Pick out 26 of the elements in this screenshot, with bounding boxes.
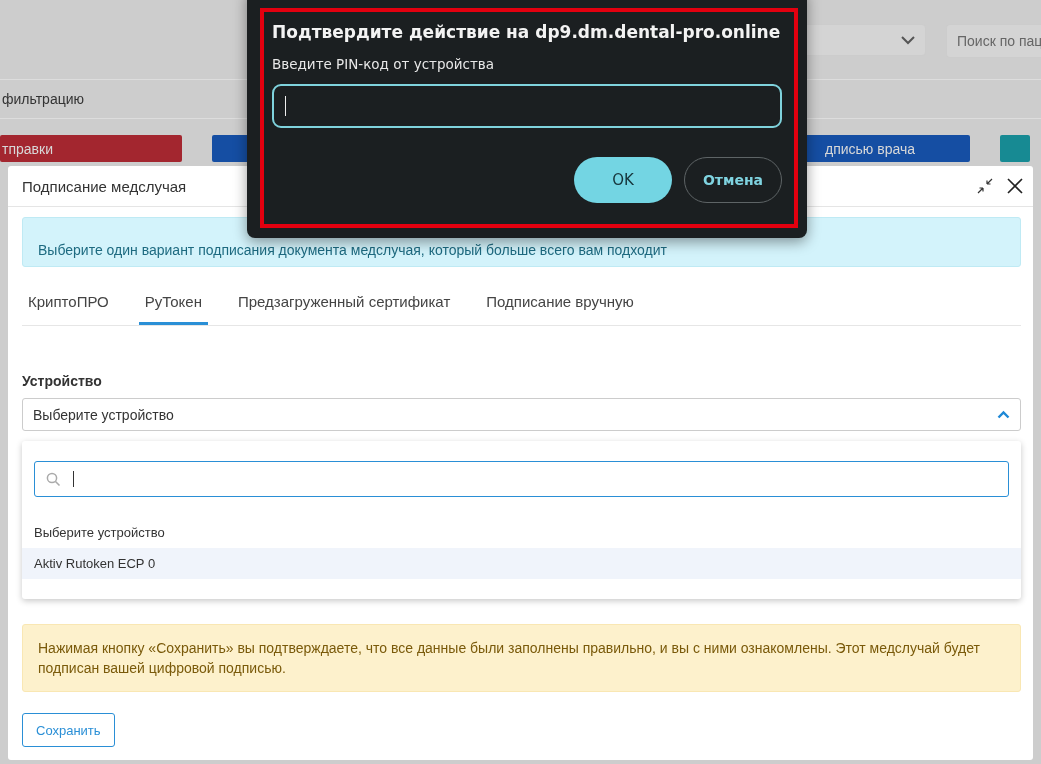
chevron-down-icon bbox=[901, 35, 915, 45]
warning-alert: Нажимая кнопку «Сохранить» вы подтверждаете, что все данные были заполнены правильно, и вы с ними ознакомлены. Этот медслучай будет подписан вашей цифровой подписью. bbox=[22, 624, 1021, 692]
collapse-icon[interactable] bbox=[977, 178, 993, 194]
filter-link[interactable]: фильтрацию bbox=[2, 91, 85, 107]
search-icon bbox=[46, 471, 61, 487]
cancel-button[interactable]: Отмена bbox=[684, 157, 782, 203]
dropdown-option[interactable]: Выберите устройство bbox=[22, 517, 1021, 548]
tab[interactable]: Подписание вручную bbox=[486, 284, 634, 325]
field-label: Устройство bbox=[22, 373, 103, 389]
dialog-title: Подтвердите действие на dp9.dm.dental-pro.online bbox=[272, 22, 782, 42]
field-label: Введите PIN-код от устройства bbox=[272, 56, 496, 72]
status-button[interactable]: тправки bbox=[0, 135, 182, 162]
chevron-up-icon bbox=[997, 410, 1010, 419]
pin-field[interactable] bbox=[272, 84, 782, 128]
dropdown-option[interactable]: Aktiv Rutoken ECP 0 bbox=[22, 548, 1021, 579]
modal-title: Подписание медслучая bbox=[22, 177, 187, 195]
ok-button[interactable]: OK bbox=[574, 157, 672, 203]
save-button[interactable]: Сохранить bbox=[22, 713, 115, 747]
close-icon[interactable] bbox=[1007, 178, 1023, 194]
tab[interactable]: Предзагруженный сертификат bbox=[237, 284, 451, 325]
device-select[interactable]: Выберите устройство bbox=[22, 398, 1021, 431]
tab[interactable]: РуТокен bbox=[138, 284, 208, 325]
text-cursor bbox=[73, 471, 74, 487]
search-field[interactable] bbox=[34, 461, 1009, 497]
tab[interactable]: КриптоПРО bbox=[28, 284, 109, 325]
text-cursor bbox=[285, 96, 286, 116]
